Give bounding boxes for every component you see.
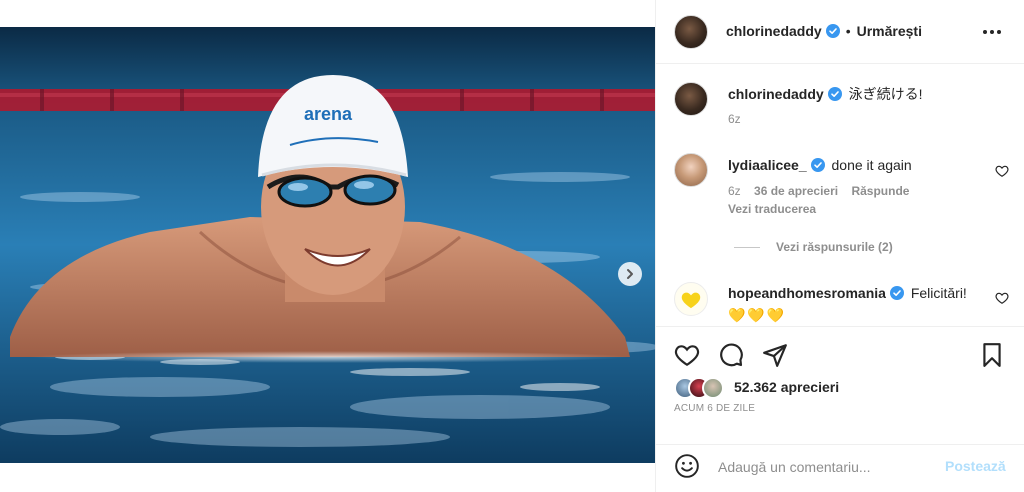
comment-button[interactable] — [718, 342, 744, 368]
post-date[interactable]: ACUM 6 DE ZILE — [674, 403, 755, 414]
view-replies-label: Vezi răspunsurile (2) — [776, 240, 893, 254]
cap-brand-text: arena — [304, 104, 353, 124]
comment-input[interactable] — [718, 455, 938, 479]
heart-icon[interactable] — [995, 291, 1009, 305]
separator-dot: • — [845, 23, 851, 39]
reply-button[interactable]: Răspunde — [851, 184, 909, 198]
caption-text: 泳ぎ続ける! — [848, 86, 923, 102]
chevron-right-icon — [627, 269, 633, 279]
verified-icon — [889, 286, 904, 300]
comment-icon — [720, 343, 743, 367]
liker-avatar — [702, 377, 724, 399]
caption-avatar[interactable] — [674, 82, 708, 116]
comments-list[interactable]: chlorinedaddy 泳ぎ続ける! 6z lydiaalicee_ don… — [656, 64, 1024, 326]
author-avatar[interactable] — [674, 15, 708, 49]
swimmer-photo: arena — [0, 27, 655, 463]
caption-time: 6z — [728, 112, 741, 126]
comment-username[interactable]: lydiaalicee_ — [728, 157, 807, 173]
post-actions: 52.362 aprecieri ACUM 6 DE ZILE — [656, 326, 1024, 444]
comment-avatar[interactable] — [674, 282, 708, 316]
emoji-button[interactable] — [674, 453, 700, 479]
heart-icon[interactable] — [995, 164, 1009, 178]
follow-status[interactable]: Urmărești — [857, 23, 922, 39]
comment-text: done it again — [831, 157, 912, 173]
post-comment-button[interactable]: Postează — [945, 458, 1006, 474]
comment-avatar[interactable] — [674, 153, 708, 187]
yellow-heart-logo — [681, 292, 701, 309]
like-button[interactable] — [674, 342, 700, 368]
verified-icon — [810, 158, 825, 172]
caption-username[interactable]: chlorinedaddy — [728, 86, 824, 102]
heart-icon — [674, 345, 700, 367]
caption: chlorinedaddy 泳ぎ続ける! 6z — [728, 85, 1013, 126]
share-icon — [763, 344, 787, 367]
verified-icon — [827, 87, 842, 101]
replies-divider — [734, 246, 760, 248]
view-replies-button[interactable]: Vezi răspunsurile (2) — [734, 240, 893, 254]
liked-by-avatars[interactable] — [674, 377, 730, 399]
comment-time: 6z — [728, 184, 741, 198]
comment-item: lydiaalicee_ done it again 6z 36 de apre… — [728, 156, 1013, 216]
verified-icon — [825, 24, 840, 38]
save-button[interactable] — [979, 342, 1005, 368]
emoji-icon — [675, 454, 699, 478]
translate-link[interactable]: Vezi traducerea — [728, 202, 816, 216]
add-comment-bar: Postează — [656, 444, 1024, 492]
post-media[interactable]: arena — [0, 27, 655, 463]
author-username[interactable]: chlorinedaddy — [726, 23, 822, 39]
carousel-next-button[interactable] — [618, 262, 642, 286]
comment-likes[interactable]: 36 de aprecieri — [754, 184, 838, 198]
post-header: chlorinedaddy • Urmărești — [656, 0, 1024, 64]
comment-text: Felicitări! — [910, 285, 967, 301]
more-options-button[interactable] — [979, 22, 1005, 42]
save-icon — [983, 343, 1001, 367]
comment-username[interactable]: hopeandhomesromania — [728, 285, 886, 301]
comment-item: hopeandhomesromania Felicitări! 💛💛💛 — [728, 284, 1013, 324]
comment-emojis: 💛💛💛 — [728, 307, 787, 323]
post-panel: chlorinedaddy • Urmărești chlorinedaddy … — [655, 0, 1024, 492]
share-button[interactable] — [762, 342, 788, 368]
likes-count[interactable]: 52.362 aprecieri — [734, 379, 839, 395]
more-icon — [983, 30, 1001, 34]
